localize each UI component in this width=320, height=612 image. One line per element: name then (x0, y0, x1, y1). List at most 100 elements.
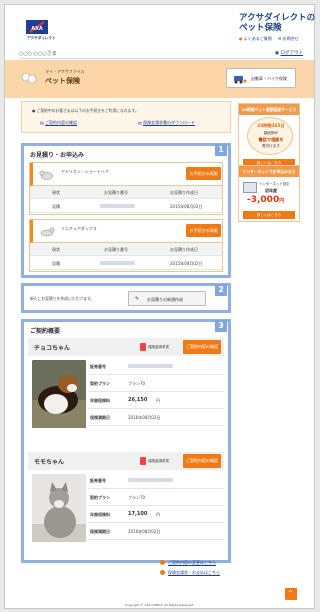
policy-number-redacted (128, 478, 173, 482)
col-status-header: 現状 (52, 247, 60, 252)
site-title[interactable]: アクサダイレクトのペット保険 (239, 13, 319, 33)
quote-card: ミニチュアダックス お手続きの再開 現状 お見積り番号 お見積り作成日 見積 2… (29, 219, 223, 272)
claim-form-label: 保険金請求書 (148, 345, 169, 349)
pet-photo-sheltie (32, 360, 86, 428)
quotes-section: お見積り・お申込み 1 アメリカン・ショートヘア お手続きの再開 現状 お見積り… (21, 143, 231, 278)
col-quote-number-header: お見積り番号 (104, 247, 128, 252)
faq-label: よくあるご質問 (243, 36, 272, 41)
policy-number-redacted (128, 364, 173, 368)
quote-table-header: 現状 お見積り番号 お見積り作成日 (30, 186, 222, 199)
internet-discount-card[interactable]: インターネットでお申込みなら インターネット割引 初年度 -3,000円 詳しく… (238, 165, 300, 222)
contact-label: お問合せ (282, 36, 299, 41)
new-quote-section: 2 新たにお見積りを作成いただけます。 ✎ お見積りの新規作成 (21, 283, 231, 313)
health-consult-card[interactable]: 24時間ペット健康相談サービス 24時間365日 獣医師が 電話で相談を 受付け… (238, 103, 300, 169)
phone-circle: 24時間365日 獣医師が 電話で相談を 受付けます (247, 117, 293, 155)
discount-amount: -3,000円 (247, 195, 285, 205)
contract-detail-button[interactable]: ご契約内容の確認 (183, 340, 221, 354)
banner-title: ペット保険 (45, 77, 80, 85)
health-consult-header: 24時間ペット健康相談サービス (239, 104, 299, 115)
expiry-row: 保険満期日 2016年08月02日 (88, 409, 224, 426)
quote-number-redacted (100, 261, 135, 265)
chevron-up-icon: ^ (288, 590, 294, 597)
document-icon: ▤ (40, 120, 44, 125)
premium-unit: 円 (156, 512, 160, 517)
field-label: 証券番号 (90, 364, 106, 369)
quote-card: アメリカン・ショートヘア お手続きの再開 現状 お見積り番号 お見積り作成日 見… (29, 162, 223, 215)
claim-form-label: 保険金請求書 (148, 459, 169, 463)
policy-number-row: 証券番号 (88, 358, 224, 375)
new-quote-button-label: お見積りの新規作成 (147, 297, 183, 302)
change-contract-label: ご契約内容の変更はこちら (168, 560, 216, 565)
notice-box: ● ご契約中のお客さまは以下のお手続きをご利用になれます。 ▤ ご契約内容の確認… (21, 101, 231, 133)
quote-date: 2015年08月02日 (170, 261, 203, 266)
quote-pet-name: アメリカン・ショートヘア (61, 169, 109, 174)
back-to-top-button[interactable]: ^ (285, 588, 297, 600)
cat-icon (39, 170, 54, 180)
banner-subtitle: マイ・アクサファイル (45, 69, 85, 74)
section-number-3: 3 (215, 320, 227, 332)
field-label: 契約プラン (90, 381, 110, 386)
plan-row: 契約プラン プラン70 (88, 489, 224, 506)
contact-link[interactable]: ✉ お問合せ (278, 36, 299, 42)
field-label: 証券番号 (90, 478, 106, 483)
pencil-icon: ✎ (135, 296, 140, 302)
claim-form-download-link[interactable]: ▤ 保険金請求書のダウンロード (138, 120, 195, 126)
quote-card-header: アメリカン・ショートヘア お手続きの再開 (30, 163, 222, 186)
claim-payment-label: 保険金請求・お支払はこちら (168, 570, 220, 575)
logout-label: ログアウト (280, 51, 304, 56)
dog-icon (40, 227, 55, 237)
resume-procedure-button[interactable]: お手続きの再開 (186, 167, 221, 180)
pdf-icon (140, 457, 146, 465)
internet-discount-more-button[interactable]: 詳しくはこちら (243, 211, 295, 219)
contracts-section-title: ご契約概要 (30, 328, 61, 335)
section-number-1: 1 (215, 144, 227, 156)
contract-card: チョコちゃん 保険金請求書 ご契約内容の確認 証券番号 契約プラン プラン70 … (28, 338, 224, 450)
logout-link[interactable]: ▣ ログアウト (275, 50, 303, 56)
contract-pet-name: チョコちゃん (34, 345, 71, 352)
contract-detail-button[interactable]: ご契約内容の確認 (183, 454, 221, 468)
quote-date: 2015年08月02日 (170, 204, 203, 209)
pet-photo-cat (32, 474, 86, 542)
field-label: 年間保険料 (90, 398, 110, 403)
page-frame: AXA アクサダイレクト アクサダイレクトのペット保険 ● よくあるご質問 ✉ … (4, 4, 315, 609)
expiry-row: 保険満期日 2016年08月02日 (88, 523, 224, 540)
consult-line1: 24時間365日 (257, 123, 285, 128)
field-value: プラン70 (128, 495, 146, 500)
internet-discount-header: インターネットでお申込みなら (239, 166, 299, 177)
consult-line4: 受付けます (262, 144, 280, 148)
contract-check-link[interactable]: ▤ ご契約内容の確認 (40, 120, 77, 126)
premium-row: 年間保険料 17,100 円 (88, 506, 224, 523)
consult-line2: 獣医師が (263, 131, 279, 135)
new-quote-button[interactable]: ✎ お見積りの新規作成 (128, 291, 206, 306)
pc-icon (243, 182, 257, 193)
contracts-section: ご契約概要 3 チョコちゃん 保険金請求書 ご契約内容の確認 証券番号 契約プラ… (21, 319, 231, 563)
logout-icon: ▣ (274, 51, 280, 56)
page-banner: マイ・アクサファイル ペット保険 自動車・バイク保険 (5, 60, 314, 98)
col-quote-number-header: お見積り番号 (104, 190, 128, 195)
discount-line2: 初年度 (265, 188, 277, 193)
quote-status: 見積 (52, 204, 60, 209)
field-label: 年間保険料 (90, 512, 110, 517)
dog-cat-icon (21, 72, 37, 84)
quote-table-header: 現状 お見積り番号 お見積り作成日 (30, 243, 222, 256)
resume-procedure-button[interactable]: お手続きの再開 (186, 224, 221, 237)
col-status-header: 現状 (52, 190, 60, 195)
arrow-circle-icon (160, 560, 165, 565)
premium-row: 年間保険料 26,150 円 (88, 392, 224, 409)
mail-icon: ✉ (278, 36, 282, 41)
faq-link[interactable]: ● よくあるご質問 (239, 36, 272, 42)
car-bike-icon (234, 76, 247, 84)
premium-unit: 円 (156, 398, 160, 403)
contract-card-header: モモちゃん 保険金請求書 ご契約内容の確認 (28, 452, 224, 470)
auto-insurance-switch-button[interactable]: 自動車・バイク保険 (226, 68, 296, 88)
quote-status: 見積 (52, 261, 60, 266)
discount-line1: インターネット割引 (259, 182, 290, 186)
copyright: Copyright © AXA DIRECT. All Rights Reser… (124, 603, 195, 607)
axa-logo[interactable]: AXA (26, 20, 48, 34)
col-quote-date-header: お見積り作成日 (170, 190, 198, 195)
field-value: プラン70 (128, 381, 146, 386)
contract-card-header: チョコちゃん 保険金請求書 ご契約内容の確認 (28, 338, 224, 356)
download-icon: ▤ (138, 120, 142, 125)
premium-value: 17,100 (128, 511, 148, 517)
arrow-circle-icon (160, 570, 165, 575)
